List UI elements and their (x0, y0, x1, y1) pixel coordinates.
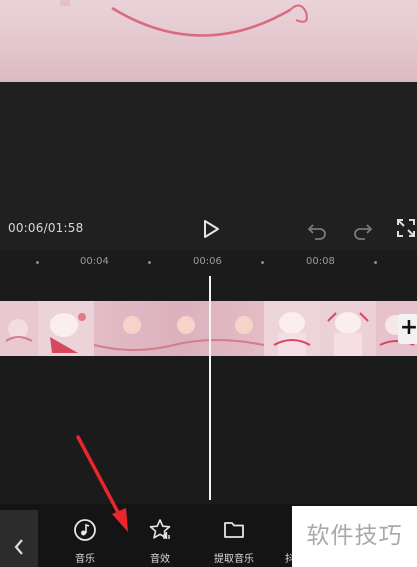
ruler-dot (36, 261, 39, 264)
tool-label: 音效 (150, 554, 170, 565)
tool-extract-music[interactable]: 提取音乐 (204, 504, 264, 567)
tick-label: 00:06 (193, 256, 222, 267)
time-readout: 00:06/01:58 (8, 221, 84, 235)
time-ruler: 00:04 00:06 00:08 (0, 250, 417, 278)
tool-music[interactable]: 音乐 (55, 504, 115, 567)
chevron-left-icon (14, 539, 23, 555)
folder-icon (222, 518, 246, 542)
playhead[interactable] (209, 276, 211, 500)
player-area: 00:06/01:58 (0, 82, 417, 250)
clip-thumbnail (0, 301, 38, 356)
video-preview[interactable] (0, 0, 417, 82)
redo-icon[interactable] (352, 218, 374, 240)
watermark: 软件技巧 (292, 506, 417, 567)
ruler-dot (374, 261, 377, 264)
clip-thumbnail (94, 301, 264, 356)
add-clip-button[interactable]: + (398, 314, 417, 344)
tick-label: 00:04 (80, 256, 109, 267)
tool-sound-effects[interactable]: 音效 (130, 504, 190, 567)
music-note-icon (73, 518, 97, 542)
back-button[interactable] (0, 510, 38, 567)
ruler-dot (261, 261, 264, 264)
star-sound-icon (148, 518, 172, 542)
tool-label: 提取音乐 (214, 554, 254, 565)
tick-label: 00:08 (306, 256, 335, 267)
preview-image (60, 0, 308, 37)
fullscreen-icon[interactable] (396, 218, 417, 240)
play-icon[interactable] (200, 218, 222, 240)
undo-icon[interactable] (306, 218, 328, 240)
ruler-dot (148, 261, 151, 264)
clip-thumbnail (264, 301, 320, 356)
clip-thumbnail (38, 301, 94, 356)
tool-label: 音乐 (75, 554, 95, 565)
clip-thumbnail (320, 301, 376, 356)
